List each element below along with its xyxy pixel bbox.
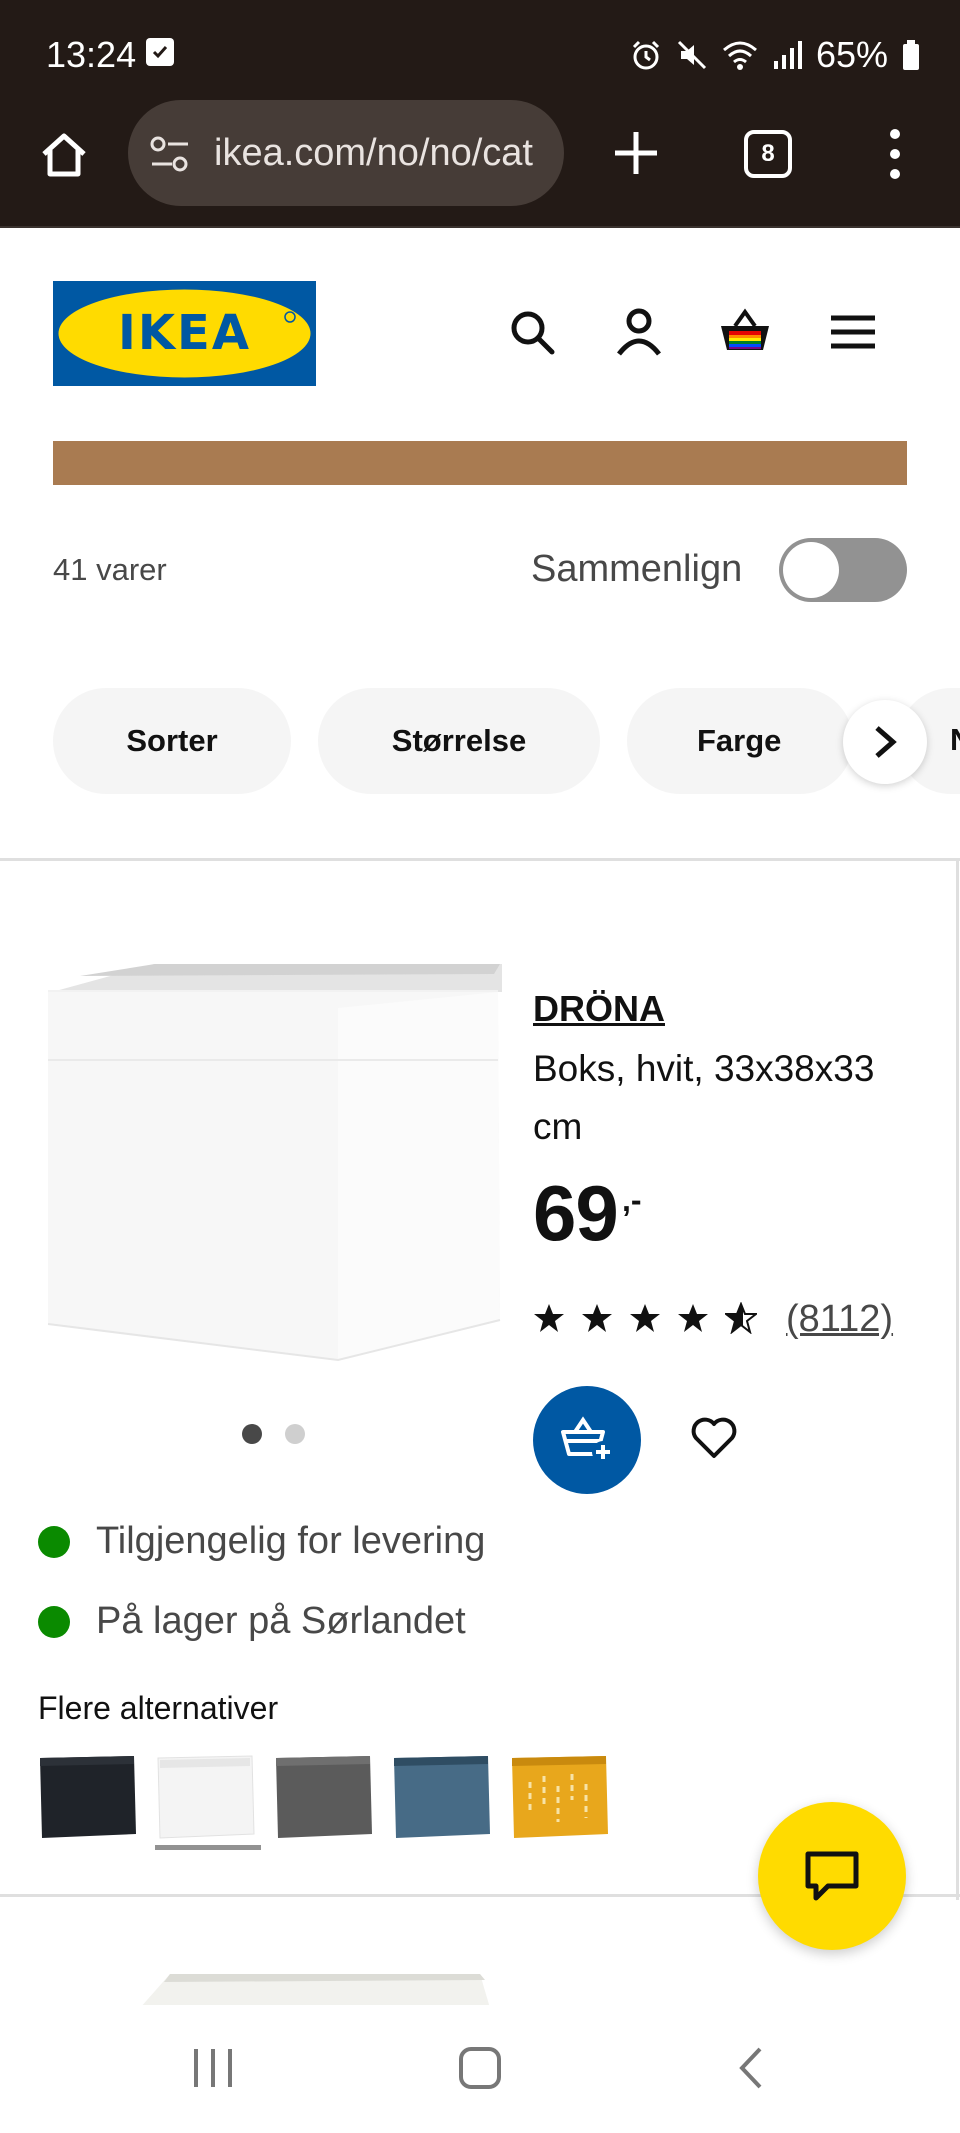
address-bar[interactable]: ikea.com/no/no/cat	[128, 100, 564, 206]
tabs-icon[interactable]: 8	[744, 130, 792, 178]
available-dot-icon	[38, 1605, 70, 1638]
available-dot-icon	[38, 1525, 70, 1558]
scroll-filters-button[interactable]	[843, 700, 927, 784]
variant-swatch-yellow-pattern[interactable]	[510, 1752, 610, 1840]
variant-swatch-dark-grey[interactable]	[274, 1752, 374, 1840]
toggle-knob	[783, 542, 839, 598]
variant-swatch-white[interactable]	[156, 1752, 256, 1840]
menu-icon[interactable]	[825, 304, 881, 360]
star-icon	[534, 1304, 564, 1332]
product-description: Boks, hvit, 33x38x33 cm	[533, 1048, 875, 1147]
add-to-cart-icon	[561, 1416, 614, 1463]
chevron-right-icon	[875, 726, 897, 758]
site-settings-icon[interactable]	[148, 135, 192, 173]
browser-toolbar: ikea.com/no/no/cat 8	[0, 100, 960, 228]
star-half-icon	[725, 1302, 757, 1334]
more-options-label: Flere alternativer	[38, 1690, 279, 1726]
product-image[interactable]	[40, 950, 510, 1370]
divider	[0, 858, 960, 861]
battery-icon	[903, 40, 919, 70]
home-nav-icon[interactable]	[457, 2045, 503, 2091]
variant-swatch-black[interactable]	[38, 1752, 138, 1840]
product-count: 41 varer	[53, 552, 167, 587]
search-icon[interactable]	[504, 304, 560, 360]
promo-banner[interactable]	[53, 441, 907, 485]
selected-variant-indicator	[155, 1845, 261, 1850]
compare-label: Sammenlign	[531, 548, 743, 590]
filter-chip-label: Sorter	[126, 723, 218, 758]
checkbox-notification-icon	[146, 38, 174, 66]
chat-button[interactable]	[758, 1802, 906, 1950]
status-icons: 65%	[630, 34, 920, 76]
chat-icon	[805, 1851, 859, 1901]
url-text[interactable]: ikea.com/no/no/cat	[214, 132, 544, 175]
recent-apps-icon[interactable]	[190, 2045, 236, 2091]
availability-delivery: Tilgjengelig for levering	[38, 1520, 485, 1563]
card-border	[956, 860, 959, 1900]
battery-percent: 65%	[815, 34, 888, 75]
next-product-image[interactable]	[140, 1968, 490, 2008]
filter-chip-partial-label: N	[950, 722, 960, 758]
filter-chip-sort[interactable]: Sorter	[53, 688, 291, 794]
rating-stars[interactable]	[533, 1302, 757, 1334]
status-bar: 13:24 65%	[0, 0, 960, 100]
home-icon[interactable]	[38, 128, 90, 180]
star-icon	[678, 1304, 708, 1332]
star-icon	[630, 1304, 660, 1332]
product-name[interactable]: DRÖNA	[533, 988, 665, 1030]
account-icon[interactable]	[611, 304, 667, 360]
availability-store: På lager på Sørlandet	[38, 1600, 466, 1643]
image-dot-active[interactable]	[242, 1424, 262, 1444]
status-time: 13:24	[46, 34, 137, 75]
mute-icon	[677, 40, 706, 70]
product-price: 69	[533, 1169, 619, 1257]
wifi-icon	[722, 41, 757, 70]
ikea-logo[interactable]: IKEA	[53, 281, 316, 386]
system-nav-bar	[0, 2005, 960, 2133]
variant-swatch-blue[interactable]	[392, 1752, 492, 1840]
signal-icon	[773, 41, 802, 69]
compare-toggle[interactable]	[779, 538, 907, 602]
filter-chip-size[interactable]: Størrelse	[318, 688, 600, 794]
back-icon[interactable]	[734, 2045, 768, 2091]
filter-chip-label: Størrelse	[391, 723, 527, 758]
availability-text: Tilgjengelig for levering	[96, 1520, 486, 1562]
filter-chip-color[interactable]: Farge	[627, 688, 853, 794]
overflow-menu-icon[interactable]	[888, 128, 902, 180]
image-dot[interactable]	[285, 1424, 305, 1444]
star-icon	[582, 1304, 612, 1332]
price-suffix: ,-	[622, 1182, 642, 1218]
logo-text: IKEA	[118, 305, 251, 361]
favorite-heart-icon[interactable]	[688, 1412, 740, 1464]
add-to-cart-button[interactable]	[533, 1386, 641, 1494]
alarm-icon	[632, 40, 659, 70]
new-tab-icon[interactable]	[611, 128, 661, 178]
availability-text: På lager på Sørlandet	[96, 1600, 466, 1642]
rating-count[interactable]: (8112)	[786, 1298, 893, 1341]
cart-icon[interactable]	[717, 304, 773, 360]
filter-chip-label: Farge	[697, 723, 782, 758]
tab-count: 8	[761, 140, 775, 167]
